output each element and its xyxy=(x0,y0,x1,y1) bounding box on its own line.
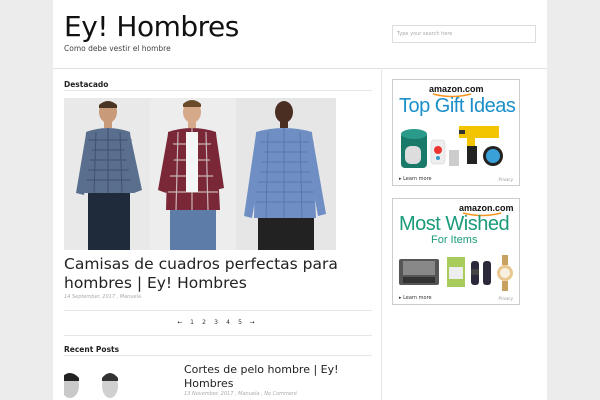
pagination-page[interactable]: 3 xyxy=(210,319,222,326)
privacy-link[interactable]: Privacy xyxy=(499,296,513,301)
search-input[interactable]: Type your search here xyxy=(392,25,536,43)
ad-headline: Most Wished xyxy=(399,213,510,235)
recent-post-thumbnail[interactable] xyxy=(64,364,119,400)
gift-products-image xyxy=(401,126,503,168)
amazon-ad-most-wished[interactable]: amazon.com Most Wished For Items ▸ Learn… xyxy=(392,198,520,305)
amazon-ad-top-gifts[interactable]: amazon.com Top Gift Ideas ▸ Learn more P… xyxy=(392,79,520,186)
model-photo-2 xyxy=(150,98,236,250)
featured-image[interactable] xyxy=(64,98,336,250)
divider xyxy=(64,310,372,311)
recent-post-title[interactable]: Cortes de pelo hombre | Ey! Hombres xyxy=(184,363,374,391)
pagination-page[interactable]: 5 xyxy=(234,319,246,326)
featured-section-title: Destacado xyxy=(64,80,109,89)
site-tagline: Como debe vestir el hombre xyxy=(64,44,171,53)
site-title[interactable]: Ey! Hombres xyxy=(64,10,239,43)
featured-post-meta: 14 September, 2017 , Manuela xyxy=(64,294,142,300)
recent-section-title: Recent Posts xyxy=(64,345,120,354)
divider xyxy=(64,90,372,91)
pagination: ← 1 2 3 4 5 → xyxy=(174,319,258,326)
pagination-page[interactable]: 2 xyxy=(198,319,210,326)
divider xyxy=(64,355,372,356)
learn-more-link[interactable]: ▸ Learn more xyxy=(399,176,432,182)
site-header: Ey! Hombres Como debe vestir el hombre T… xyxy=(53,0,547,69)
model-photo-1 xyxy=(64,98,150,250)
recent-post-meta: 13 November, 2017 , Manuela , No Comment xyxy=(184,391,298,397)
pagination-page[interactable]: 4 xyxy=(222,319,234,326)
wished-products-image xyxy=(399,255,513,291)
pagination-next[interactable]: → xyxy=(246,319,258,326)
sidebar-divider xyxy=(381,70,382,400)
pagination-prev[interactable]: ← xyxy=(174,319,186,326)
ad-headline: Top Gift Ideas xyxy=(399,95,516,117)
featured-post-title[interactable]: Camisas de cuadros perfectas para hombre… xyxy=(64,255,364,293)
divider xyxy=(64,335,372,336)
model-photo-3 xyxy=(236,98,336,250)
learn-more-link[interactable]: ▸ Learn more xyxy=(399,295,432,301)
pagination-page[interactable]: 1 xyxy=(186,319,198,326)
page-container: Ey! Hombres Como debe vestir el hombre T… xyxy=(53,0,547,400)
privacy-link[interactable]: Privacy xyxy=(499,177,513,182)
ad-subline: For Items xyxy=(431,234,478,246)
